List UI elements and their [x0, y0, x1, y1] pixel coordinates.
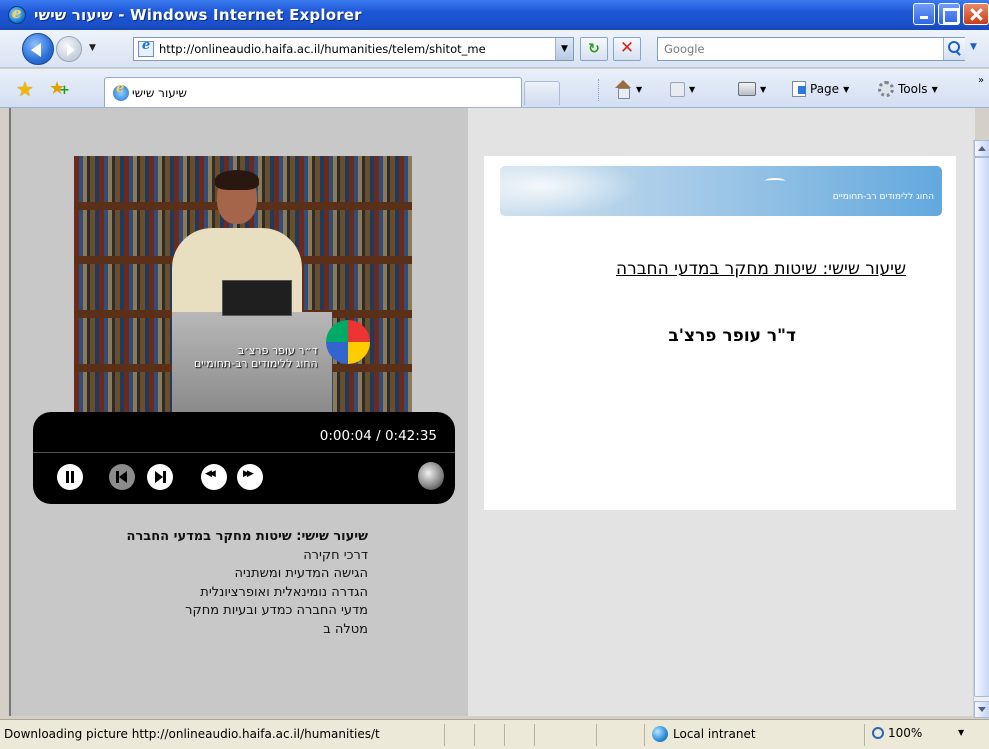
recent-pages-dropdown-icon[interactable]: ▼ [89, 43, 96, 53]
left-frame: ד״ר עופר פרצ׳ב החוג ללימודים רב-תחומיים … [11, 108, 468, 716]
bird-icon [765, 178, 785, 184]
scroll-down-button[interactable] [974, 701, 989, 718]
add-favorites-icon[interactable]: ★ [49, 79, 70, 102]
university-logo-icon [326, 320, 370, 364]
banner-text: החוג ללימודים רב-תחומיים [832, 192, 934, 202]
status-bar: Downloading picture http://onlineaudio.h… [0, 719, 989, 749]
address-dropdown-button[interactable]: ▼ [555, 38, 573, 60]
toc-item[interactable]: מטלה ב [127, 621, 368, 640]
search-icon[interactable] [943, 38, 965, 60]
stop-button[interactable]: ✕ [613, 37, 641, 61]
toc-item[interactable]: הגדרה נומינאלית ואופרציונלית [127, 584, 368, 603]
search-input[interactable]: Google [657, 37, 965, 61]
scroll-up-button[interactable] [974, 140, 989, 157]
previous-chapter-button[interactable] [109, 464, 135, 490]
maximize-button[interactable] [938, 3, 960, 25]
status-text: Downloading picture http://onlineaudio.h… [4, 727, 380, 741]
forward-button[interactable] [56, 36, 82, 62]
video-caption: ד״ר עופר פרצ׳ב החוג ללימודים רב-תחומיים [194, 344, 318, 370]
gear-icon [878, 81, 894, 97]
slide-author: ד"ר עופר פרצ'ב [668, 326, 796, 346]
printer-icon [738, 82, 756, 96]
video-caption-name: ד״ר עופר פרצ׳ב [237, 344, 318, 357]
page-dropdown-icon: ▼ [843, 84, 850, 94]
slide-panel: החוג ללימודים רב-תחומיים שיעור שישי: שיט… [484, 156, 956, 510]
more-commands-chevron-icon[interactable]: » [978, 75, 984, 86]
player-divider [33, 452, 455, 453]
tools-menu-button[interactable]: Tools ▼ [878, 79, 938, 99]
tab-page-icon [113, 81, 129, 101]
playback-time: 0:00:04 / 0:42:35 [319, 428, 437, 444]
page-icon [792, 81, 806, 97]
feed-icon [670, 81, 685, 97]
close-button[interactable] [963, 3, 989, 25]
page-menu-button[interactable]: Page ▼ [792, 79, 849, 99]
print-dropdown-icon[interactable]: ▼ [760, 85, 766, 94]
toc-item[interactable]: דרכי חקירה [127, 547, 368, 566]
status-divider [644, 724, 645, 746]
zone-label: Local intranet [673, 727, 756, 741]
print-button[interactable]: ▼ [738, 79, 766, 99]
minimize-button[interactable] [913, 3, 935, 25]
tools-menu-label: Tools [898, 82, 928, 96]
toolbar-separator [598, 79, 599, 101]
globe-icon [652, 726, 668, 742]
presenter-hair-image [215, 170, 259, 190]
status-divider [534, 724, 535, 746]
tools-dropdown-icon: ▼ [931, 84, 938, 94]
status-divider [444, 724, 445, 746]
tab-command-bar: ★ ★ שיעור שישי ▼ ▼ ▼ Page ▼ Tools ▼ » [0, 69, 989, 108]
new-tab-button[interactable] [524, 81, 560, 105]
title-bar: שיעור שישי - Windows Internet Explorer [0, 0, 989, 30]
rewind-button[interactable] [201, 464, 227, 490]
feeds-button[interactable]: ▼ [670, 79, 695, 99]
video-frame[interactable]: ד״ר עופר פרצ׳ב החוג ללימודים רב-תחומיים [74, 156, 412, 412]
favorites-star-icon[interactable]: ★ [16, 79, 34, 99]
feeds-dropdown-icon[interactable]: ▼ [689, 85, 695, 94]
zoom-label: 100% [888, 726, 923, 740]
address-bar[interactable]: http://onlineaudio.haifa.ac.il/humanitie… [133, 37, 574, 61]
status-divider [504, 724, 505, 746]
zoom-level[interactable]: 100% [872, 726, 922, 740]
page-content: ד״ר עופר פרצ׳ב החוג ללימודים רב-תחומיים … [9, 108, 975, 716]
tab-current[interactable]: שיעור שישי [104, 77, 522, 107]
zoom-dropdown-icon[interactable]: ▼ [958, 728, 964, 737]
address-url[interactable]: http://onlineaudio.haifa.ac.il/humanitie… [159, 42, 554, 56]
toc-item[interactable]: הגישה המדעית ומשתניה [127, 565, 368, 584]
laptop-image [222, 280, 292, 316]
slide-banner: החוג ללימודים רב-תחומיים [500, 166, 942, 216]
security-zone[interactable]: Local intranet [652, 726, 756, 742]
lesson-table-of-contents: שיעור שישי: שיטות מחקר במדעי החברה דרכי … [127, 528, 368, 639]
page-menu-label: Page [810, 82, 840, 96]
back-button[interactable] [22, 33, 54, 65]
fast-forward-button[interactable] [237, 464, 263, 490]
home-button[interactable]: ▼ [614, 79, 642, 99]
volume-icon[interactable] [418, 462, 444, 490]
status-divider [596, 724, 597, 746]
status-divider [864, 724, 865, 746]
refresh-button[interactable]: ↻ [580, 37, 608, 61]
home-dropdown-icon[interactable]: ▼ [636, 85, 642, 94]
slide-title: שיעור שישי: שיטות מחקר במדעי החברה [616, 259, 906, 279]
status-divider [474, 724, 475, 746]
home-icon [614, 80, 632, 99]
video-caption-dept: החוג ללימודים רב-תחומיים [194, 357, 318, 370]
scroll-thumb[interactable] [974, 157, 989, 697]
tab-label: שיעור שישי [132, 85, 187, 100]
toc-title[interactable]: שיעור שישי: שיטות מחקר במדעי החברה [127, 528, 368, 547]
internet-explorer-icon [8, 4, 26, 24]
pause-button[interactable] [57, 464, 83, 490]
next-chapter-button[interactable] [147, 464, 173, 490]
address-toolbar: ▼ http://onlineaudio.haifa.ac.il/humanit… [0, 30, 989, 68]
page-favicon-icon [138, 38, 154, 57]
window-title: שיעור שישי - Windows Internet Explorer [34, 6, 362, 24]
zoom-icon [872, 727, 884, 739]
media-player-controls: 0:00:04 / 0:42:35 [33, 412, 455, 504]
vertical-scrollbar[interactable] [973, 140, 989, 718]
search-options-dropdown-icon[interactable]: ▼ [970, 42, 977, 52]
toc-item[interactable]: מדעי החברה כמדע ובעיות מחקר [127, 602, 368, 621]
right-frame: החוג ללימודים רב-תחומיים שיעור שישי: שיט… [468, 108, 975, 716]
